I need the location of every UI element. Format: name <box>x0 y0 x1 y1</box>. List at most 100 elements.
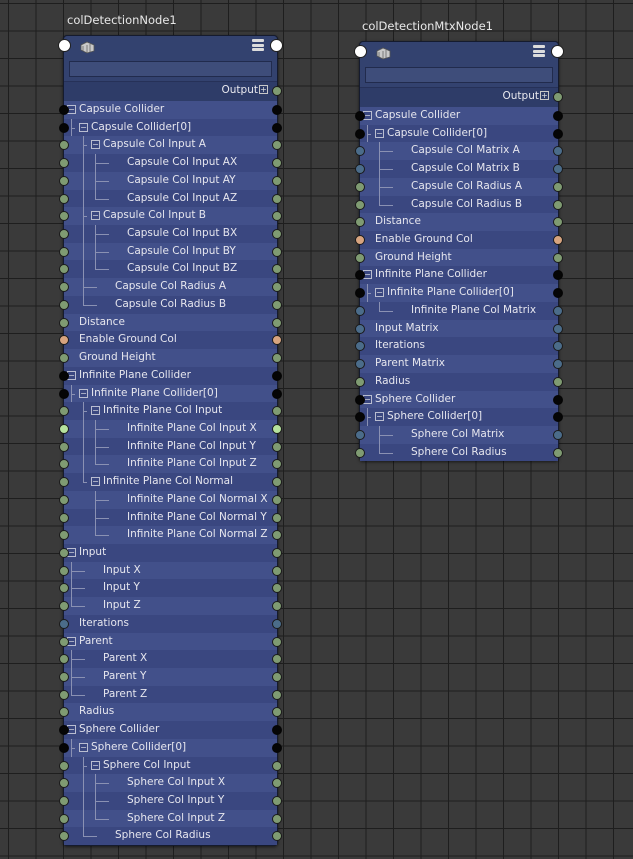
attribute-row[interactable]: − Capsule Collider <box>59 101 282 119</box>
attribute-row[interactable]: − Infinite Plane Collider <box>355 266 563 285</box>
input-port[interactable] <box>59 353 69 364</box>
input-port[interactable] <box>355 394 365 405</box>
input-port[interactable] <box>59 211 69 222</box>
input-port[interactable] <box>355 235 365 246</box>
output-port[interactable] <box>272 441 282 452</box>
input-port[interactable] <box>59 760 69 771</box>
input-port[interactable] <box>355 146 365 157</box>
input-port[interactable] <box>59 246 69 257</box>
input-port[interactable] <box>59 583 69 594</box>
node-coldetection-mtx[interactable]: Output + − Capsule Collider − Capsule Collid… <box>354 41 564 462</box>
attribute-row[interactable]: Infinite Plane Col Normal Y <box>59 508 282 527</box>
output-port[interactable] <box>553 394 563 405</box>
output-port[interactable] <box>272 335 282 346</box>
output-port[interactable] <box>272 353 282 364</box>
output-port[interactable] <box>553 376 563 387</box>
output-expand-icon[interactable]: + <box>540 91 549 100</box>
output-port[interactable] <box>272 654 282 665</box>
output-port[interactable] <box>272 211 282 222</box>
attribute-row[interactable]: − Infinite Plane Collider[0] <box>355 284 563 302</box>
node-coldetection[interactable]: Output + − Capsule Collider − Capsule Collid… <box>58 35 283 846</box>
input-port[interactable] <box>59 813 69 824</box>
input-port[interactable] <box>355 447 365 458</box>
output-port[interactable] <box>272 264 282 275</box>
output-port[interactable] <box>272 229 282 240</box>
attribute-row[interactable]: Input Matrix <box>355 319 563 338</box>
input-port[interactable] <box>59 494 69 505</box>
input-port[interactable] <box>59 636 69 647</box>
output-port[interactable] <box>553 305 563 316</box>
output-port[interactable] <box>272 583 282 594</box>
input-port[interactable] <box>355 429 365 440</box>
output-port[interactable] <box>272 158 282 169</box>
input-port[interactable] <box>59 618 69 629</box>
output-port[interactable] <box>272 796 282 807</box>
attribute-row[interactable]: Capsule Col Matrix B <box>355 160 563 178</box>
input-port[interactable] <box>59 264 69 275</box>
output-port[interactable] <box>272 105 282 115</box>
input-port[interactable] <box>59 547 69 558</box>
input-port[interactable] <box>59 388 69 399</box>
output-port[interactable] <box>553 252 563 263</box>
input-port[interactable] <box>59 140 69 151</box>
collapse-icon[interactable]: − <box>91 211 100 221</box>
menu-icon[interactable] <box>533 45 545 57</box>
input-port[interactable] <box>59 441 69 452</box>
input-port[interactable] <box>355 305 365 316</box>
input-port[interactable] <box>59 742 69 753</box>
node-name-field[interactable] <box>365 67 553 83</box>
input-port[interactable] <box>59 282 69 293</box>
message-port-in[interactable] <box>354 45 367 58</box>
collapse-icon[interactable]: − <box>375 288 384 298</box>
attribute-row[interactable]: Enable Ground Col <box>59 331 282 350</box>
output-port[interactable] <box>272 760 282 771</box>
input-port[interactable] <box>59 778 69 789</box>
attribute-row[interactable]: Radius <box>355 372 563 391</box>
output-port[interactable] <box>272 477 282 488</box>
output-port[interactable] <box>272 370 282 381</box>
output-port[interactable] <box>272 246 282 257</box>
attribute-row[interactable]: Infinite Plane Col Matrix <box>355 301 563 320</box>
input-port[interactable] <box>355 199 365 210</box>
output-port[interactable] <box>272 494 282 505</box>
output-port[interactable] <box>553 341 563 352</box>
input-port[interactable] <box>59 193 69 204</box>
attribute-row[interactable]: Iterations <box>355 337 563 356</box>
attribute-row[interactable]: − Infinite Plane Collider <box>59 366 282 385</box>
input-port[interactable] <box>59 654 69 665</box>
input-port[interactable] <box>355 323 365 334</box>
node-header[interactable] <box>58 36 283 82</box>
output-port[interactable] <box>553 412 563 423</box>
output-port[interactable] <box>272 813 282 824</box>
output-port[interactable] <box>272 423 282 434</box>
collapse-icon[interactable]: − <box>91 406 100 416</box>
output-port[interactable] <box>553 181 563 192</box>
attribute-row[interactable]: Sphere Col Radius <box>59 827 282 846</box>
collapse-icon[interactable]: − <box>375 412 384 422</box>
output-port[interactable] <box>272 672 282 682</box>
input-port[interactable] <box>59 530 69 541</box>
input-port[interactable] <box>355 341 365 352</box>
input-port[interactable] <box>59 512 69 523</box>
attribute-row[interactable]: Distance <box>355 213 563 232</box>
output-port[interactable] <box>272 742 282 753</box>
attribute-row[interactable]: Capsule Col Radius A <box>59 278 282 296</box>
output-port[interactable] <box>272 122 282 133</box>
attribute-row[interactable]: − Sphere Collider[0] <box>355 408 563 426</box>
input-port[interactable] <box>355 164 365 175</box>
collapse-icon[interactable]: − <box>79 122 88 132</box>
output-port[interactable] <box>272 601 282 612</box>
collapse-icon[interactable]: − <box>79 742 88 752</box>
output-port[interactable] <box>553 288 563 299</box>
input-port[interactable] <box>355 376 365 387</box>
attribute-row[interactable]: − Sphere Collider <box>59 721 282 739</box>
collapse-icon[interactable]: − <box>91 760 100 770</box>
input-port[interactable] <box>355 111 365 121</box>
output-port[interactable] <box>553 359 563 370</box>
output-port[interactable] <box>272 459 282 470</box>
attribute-row[interactable]: − Sphere Col Input <box>59 756 282 775</box>
attribute-row[interactable]: − Sphere Collider[0] <box>59 738 282 757</box>
input-port[interactable] <box>59 122 69 133</box>
output-port[interactable] <box>272 565 282 576</box>
input-port[interactable] <box>355 128 365 139</box>
